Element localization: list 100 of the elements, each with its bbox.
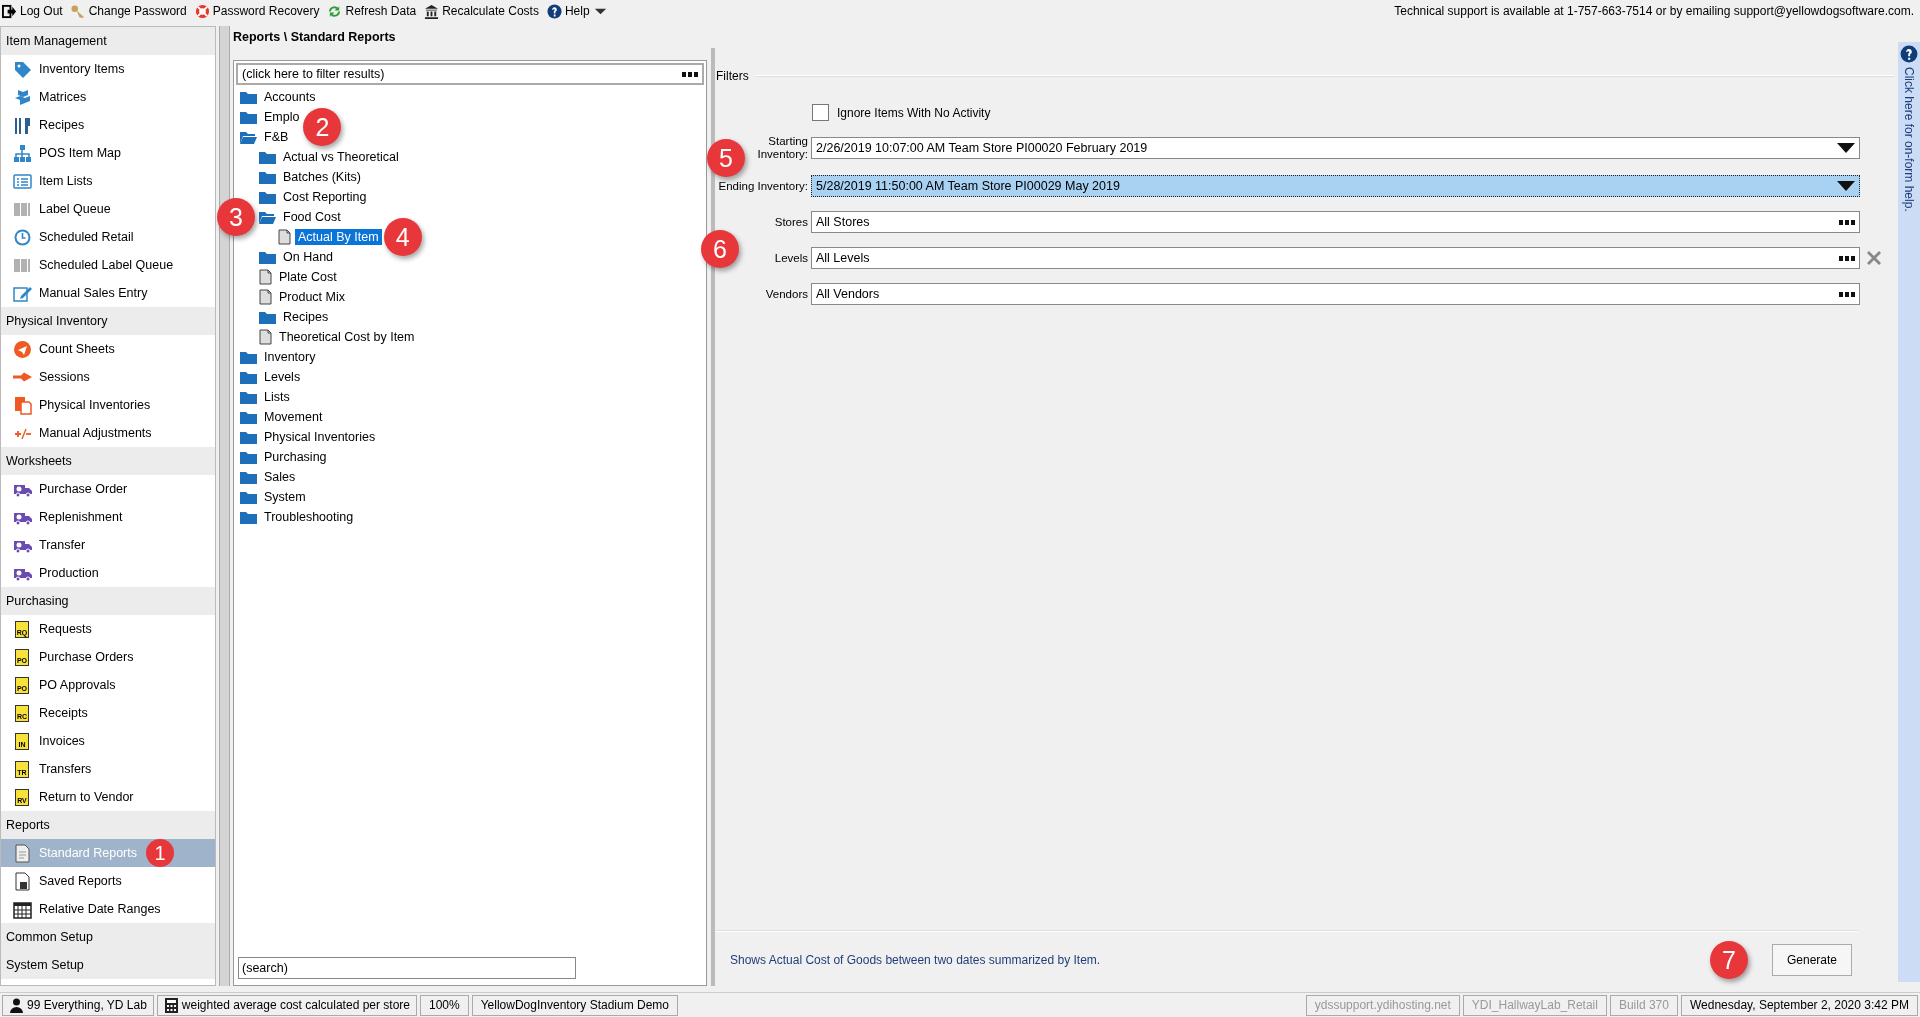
report-icon <box>278 229 291 245</box>
tree-item[interactable]: Plate Cost <box>276 269 340 285</box>
sidebar-item[interactable]: Item Lists <box>1 167 215 195</box>
tree-item[interactable]: F&B <box>261 129 292 145</box>
tree-item[interactable]: Emplo <box>261 109 303 125</box>
sidebar-item[interactable]: Purchase Order <box>1 475 215 503</box>
sidebar-item[interactable]: Label Queue <box>1 195 215 223</box>
toolbar-button[interactable]: Change Password <box>70 3 187 19</box>
tree-item[interactable]: Lists <box>261 389 293 405</box>
toolbar-button[interactable]: Password Recovery <box>194 3 320 19</box>
section-header[interactable]: Common Setup <box>1 923 215 951</box>
tree-item[interactable]: Inventory <box>261 349 319 365</box>
tree-item[interactable]: Actual By Item <box>295 229 382 245</box>
clear-icon[interactable] <box>1865 249 1883 267</box>
section-header[interactable]: Purchasing <box>1 587 215 615</box>
section-header[interactable]: Item Management <box>1 27 215 55</box>
sidebar-item[interactable]: Standard Reports 1 <box>1 839 215 867</box>
filter-field[interactable]: (click here to filter results) <box>236 63 704 85</box>
sidebar-item[interactable]: Sessions <box>1 363 215 391</box>
tree-item[interactable]: Levels <box>261 369 304 385</box>
picker-field[interactable]: All Levels <box>811 247 1860 269</box>
callout-marker: 6 <box>701 230 739 268</box>
list-icon <box>13 171 32 191</box>
report-icon <box>259 289 272 305</box>
lifebuoy-icon <box>194 3 210 19</box>
sidebar-item[interactable]: Count Sheets <box>1 335 215 363</box>
toolbar-button[interactable]: Refresh Data <box>327 3 417 19</box>
report-icon <box>13 843 32 863</box>
tree-item[interactable]: Movement <box>261 409 326 425</box>
sidebar-item[interactable]: Matrices <box>1 83 215 111</box>
tree-item[interactable]: Accounts <box>261 89 319 105</box>
key-icon <box>70 3 86 19</box>
tree-item[interactable]: Troubleshooting <box>261 509 357 525</box>
user-icon <box>9 997 24 1013</box>
sidebar-item[interactable]: Replenishment <box>1 503 215 531</box>
section-header[interactable]: Worksheets <box>1 447 215 475</box>
sidebar-item[interactable]: POS Item Map <box>1 139 215 167</box>
tree-item[interactable]: Sales <box>261 469 299 485</box>
tree-item[interactable]: On Hand <box>280 249 337 265</box>
report-icon <box>259 329 272 345</box>
ellipsis-icon <box>1839 219 1855 225</box>
saved-report-icon <box>13 871 32 891</box>
toolbar-button[interactable]: Recalculate Costs <box>424 3 539 19</box>
tree-item[interactable]: Physical Inventories <box>261 429 379 445</box>
tree-item[interactable]: Actual vs Theoretical <box>280 149 402 165</box>
breadcrumb: Reports \ Standard Reports <box>233 29 397 46</box>
sidebar-item[interactable]: Manual Sales Entry <box>1 279 215 307</box>
generate-button[interactable]: Generate <box>1772 944 1852 976</box>
tree-item[interactable]: Cost Reporting <box>280 189 370 205</box>
sitemap-icon <box>13 143 32 163</box>
section-header[interactable]: System Setup <box>1 951 215 979</box>
tree-item[interactable]: Food Cost <box>280 209 344 225</box>
paper-plane-icon <box>13 339 32 359</box>
status-cell: YellowDogInventory Stadium Demo <box>471 994 679 1016</box>
callout-marker: 1 <box>146 839 174 867</box>
sidebar-item[interactable]: Inventory Items <box>1 55 215 83</box>
report-icon <box>259 269 272 285</box>
tree-item[interactable]: Recipes <box>280 309 332 325</box>
sidebar-item[interactable]: Saved Reports <box>1 867 215 895</box>
bank-icon <box>424 3 440 19</box>
sidebar-item[interactable]: Scheduled Retail <box>1 223 215 251</box>
tree-item[interactable]: Theoretical Cost by Item <box>276 329 418 345</box>
sidebar-item[interactable]: Transfer <box>1 531 215 559</box>
dropdown[interactable]: 5/28/2019 11:50:00 AM Team Store PI00029 May 2019 <box>811 175 1860 197</box>
field-label: Starting Inventory: <box>757 135 808 161</box>
section-header[interactable]: Reports <box>1 811 215 839</box>
help-icon <box>546 3 562 19</box>
picker-field[interactable]: All Stores <box>811 211 1860 233</box>
callout-marker: 7 <box>1710 941 1748 979</box>
status-cell: 99 Everything, YD Lab <box>2 994 154 1016</box>
tree-item[interactable]: Batches (Kits) <box>280 169 364 185</box>
sidebar-item[interactable]: Physical Inventories <box>1 391 215 419</box>
picker-field[interactable]: All Vendors <box>811 283 1860 305</box>
toolbar-button[interactable]: Help <box>546 3 608 19</box>
sidebar-item[interactable]: Production <box>1 559 215 587</box>
checkbox[interactable] <box>812 104 829 121</box>
tree-item[interactable]: Product Mix <box>276 289 348 305</box>
sidebar-item[interactable]: Recipes <box>1 111 215 139</box>
sidebar-item[interactable]: Scheduled Label Queue <box>1 251 215 279</box>
section-header[interactable]: Physical Inventory <box>1 307 215 335</box>
status-cell: Build 370 <box>1609 994 1678 1016</box>
report-description: Shows Actual Cost of Goods between two dates summarized by Item. <box>729 953 1101 967</box>
tree-item[interactable]: Purchasing <box>261 449 330 465</box>
documents-icon <box>13 395 32 415</box>
splitter-bar[interactable] <box>711 48 715 986</box>
sidebar-item[interactable]: Relative Date Ranges <box>1 895 215 923</box>
fork-knife-icon <box>13 115 32 135</box>
sidebar-item[interactable]: Manual Adjustments <box>1 419 215 447</box>
splitter-bar[interactable] <box>219 26 230 986</box>
dropdown[interactable]: 2/26/2019 10:07:00 AM Team Store PI00020 February 2019 <box>811 137 1860 159</box>
help-strip[interactable]: Click here for on-form help. <box>1898 42 1920 982</box>
field-label: Stores <box>774 215 808 229</box>
tree-item[interactable]: System <box>261 489 309 505</box>
calendar-icon <box>13 899 32 919</box>
section-title: Filters <box>716 69 749 83</box>
toolbar-button[interactable]: Log Out <box>2 3 63 19</box>
ellipsis-icon <box>1839 291 1855 297</box>
search-field[interactable]: (search) <box>238 957 576 979</box>
status-cell: YDI_HallwayLab_Retail <box>1462 994 1607 1016</box>
clock-icon <box>13 227 32 247</box>
